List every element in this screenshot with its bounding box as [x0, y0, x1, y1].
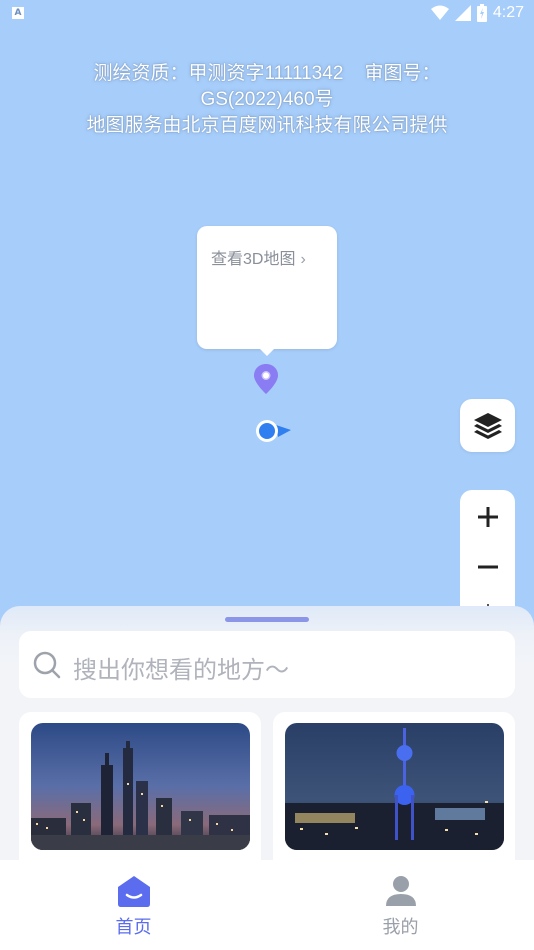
scenic-card[interactable] — [19, 712, 261, 872]
map-info-popup: 查看3D地图 › — [197, 226, 337, 356]
battery-icon — [476, 4, 487, 22]
map-pin-icon[interactable] — [253, 363, 279, 395]
search-icon — [33, 651, 61, 679]
search-placeholder: 搜出你想看的地方～ — [73, 657, 289, 684]
status-bar: A 4:27 — [0, 0, 534, 28]
tab-mine[interactable]: 我的 — [267, 860, 534, 950]
notification-badge: A — [12, 7, 24, 19]
sheet-drag-handle[interactable] — [225, 617, 309, 622]
scenic-card[interactable] — [273, 712, 515, 872]
minus-icon — [477, 565, 498, 569]
signal-icon — [454, 5, 471, 21]
scenic-photo — [31, 723, 250, 850]
tab-home-label: 首页 — [115, 917, 152, 937]
bottom-tab-bar: 首页 我的 — [0, 860, 534, 950]
clock-time: 4:27 — [492, 4, 524, 21]
tab-mine-label: 我的 — [382, 917, 419, 937]
map-layers-button[interactable] — [460, 399, 515, 452]
view-3d-map-label: 查看3D地图 — [211, 251, 296, 268]
wifi-icon — [430, 5, 449, 20]
notice-line: 地图服务由北京百度网讯科技有限公司提供 — [86, 115, 448, 136]
tab-home[interactable]: 首页 — [0, 860, 267, 950]
search-bar[interactable]: 搜出你想看的地方～ — [19, 631, 515, 698]
layers-icon — [473, 412, 502, 439]
plus-icon — [477, 507, 498, 527]
notice-line: GS(2022)460号 — [200, 89, 334, 110]
zoom-in-button[interactable] — [460, 497, 515, 537]
zoom-out-button[interactable] — [460, 547, 515, 587]
status-icons: 4:27 — [430, 4, 524, 22]
current-location-icon — [256, 420, 291, 442]
scenic-photo — [285, 723, 504, 850]
view-3d-map-link[interactable]: 查看3D地图 › — [211, 245, 306, 269]
map-copyright-notice: 测绘资质：甲测资字11111342 审图号： GS(2022)460号 地图服务… — [0, 61, 534, 139]
notice-line: 测绘资质：甲测资字11111342 审图号： — [93, 63, 441, 84]
chevron-right-icon: › — [300, 251, 306, 268]
home-icon — [117, 876, 150, 907]
user-icon — [385, 876, 416, 906]
